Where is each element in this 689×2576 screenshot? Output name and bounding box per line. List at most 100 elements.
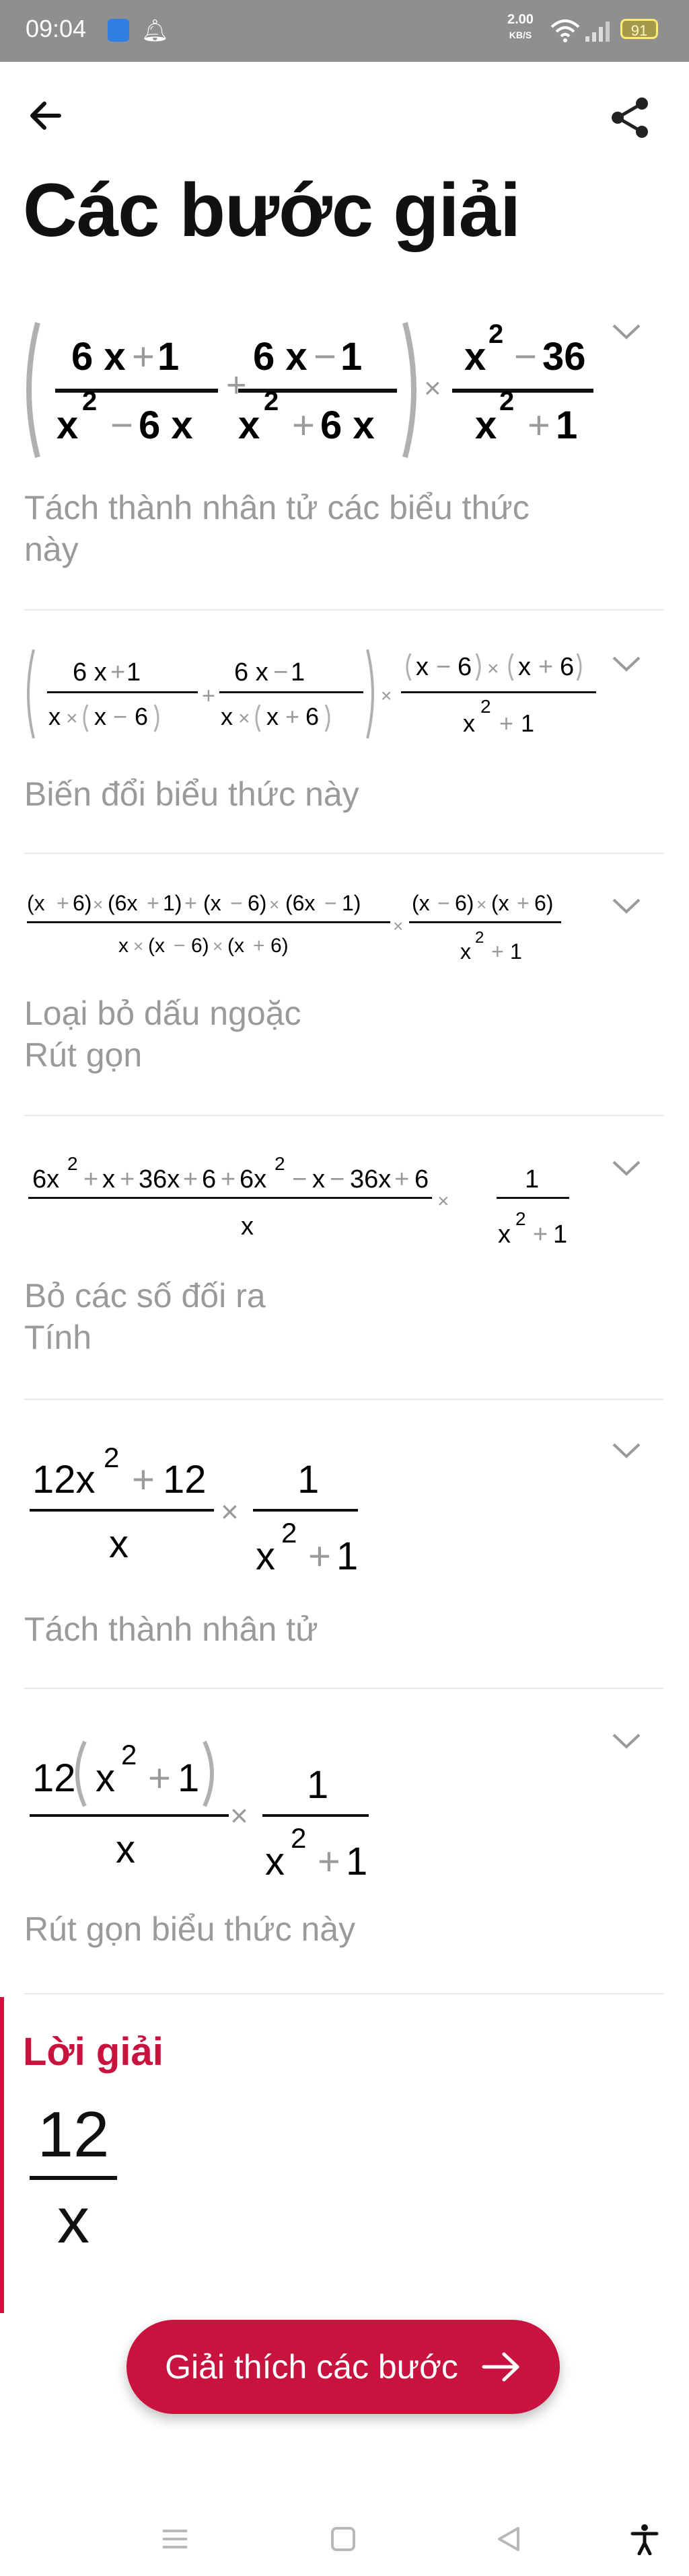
svg-text:×: × <box>133 936 143 956</box>
svg-text:6 x: 6 x <box>139 403 193 447</box>
svg-text:6x: 6x <box>240 1165 266 1194</box>
svg-text:+: + <box>226 366 246 405</box>
math-expression: 12 x 2 + 1 x × 1 x 2 + 1 <box>30 1739 369 1883</box>
share-icon[interactable] <box>607 94 654 141</box>
svg-text:+: + <box>533 1220 548 1249</box>
chevron-down-icon[interactable] <box>611 321 642 342</box>
arrow-right-icon <box>482 2352 519 2382</box>
svg-text:x: x <box>498 1220 511 1249</box>
svg-text:6: 6 <box>560 653 574 681</box>
svg-text:6): 6) <box>534 891 553 915</box>
svg-text:−: − <box>110 403 133 447</box>
back-triangle-icon[interactable] <box>493 2523 525 2555</box>
svg-text:36x: 36x <box>139 1165 180 1194</box>
svg-text:+: + <box>83 1165 98 1194</box>
svg-text:1: 1 <box>157 335 179 379</box>
svg-text:1: 1 <box>340 335 362 379</box>
svg-text:−: − <box>230 891 243 915</box>
svg-text:x: x <box>416 653 429 681</box>
svg-text:+: + <box>318 1840 340 1883</box>
svg-text:+: + <box>110 658 125 687</box>
battery-indicator: 91 <box>620 19 658 39</box>
bell-icon: 🔔︎ <box>141 18 169 42</box>
caption-line: Tính <box>24 1319 92 1356</box>
svg-text:36: 36 <box>542 335 586 379</box>
svg-text:x: x <box>256 1534 275 1578</box>
math-expression: 6 x + 1 x × x − 6 + 6 x − 1 x × x + 6 × … <box>27 649 596 739</box>
svg-text:12: 12 <box>32 1756 76 1800</box>
svg-text:+: + <box>184 891 197 915</box>
result-accent-bar <box>0 1997 4 2313</box>
svg-text:+: + <box>202 683 215 709</box>
step-caption: Tách thành nhân tử <box>24 1608 318 1650</box>
divider <box>24 1993 663 1994</box>
chevron-down-icon[interactable] <box>611 896 642 916</box>
menu-icon[interactable] <box>159 2523 191 2555</box>
accessibility-icon[interactable] <box>628 2523 661 2555</box>
caption-line: Tách thành nhân tử các biểu thức <box>24 489 530 526</box>
svg-text:2: 2 <box>275 1153 285 1174</box>
svg-text:(x: (x <box>203 891 221 915</box>
divider <box>24 1688 663 1689</box>
svg-text:6): 6) <box>248 891 266 915</box>
svg-text:2: 2 <box>499 387 514 416</box>
svg-text:+: + <box>148 1756 171 1800</box>
svg-text:1: 1 <box>126 658 141 687</box>
result-title: Lời giải <box>23 2030 164 2074</box>
svg-text:+: + <box>308 1534 331 1578</box>
step-caption: Bỏ các số đối ra Tính <box>24 1275 266 1358</box>
svg-text:x: x <box>116 1828 135 1871</box>
math-expression: 6x 2 + x + 36x + 6 + 6x 2 − x − 36x + 6 … <box>28 1153 569 1249</box>
svg-text:2: 2 <box>82 387 97 416</box>
svg-text:+: + <box>292 403 315 447</box>
fraction-bar <box>30 2176 117 2180</box>
svg-text:1: 1 <box>521 709 534 737</box>
svg-text:−: − <box>113 703 127 730</box>
svg-text:6 x: 6 x <box>73 658 107 687</box>
explain-steps-label: Giải thích các bước <box>165 2348 458 2386</box>
chevron-down-icon[interactable] <box>611 1158 642 1178</box>
svg-text:x: x <box>48 703 61 730</box>
svg-text:+: + <box>132 1458 155 1501</box>
explain-steps-button[interactable]: Giải thích các bước <box>126 2320 560 2414</box>
network-speed: 2.00 KB/S <box>507 12 534 42</box>
back-arrow-icon[interactable] <box>24 94 67 137</box>
svg-text:1): 1) <box>342 891 361 915</box>
svg-text:2: 2 <box>264 387 279 416</box>
caption-line: Tách thành nhân tử <box>24 1610 318 1648</box>
svg-text:(x: (x <box>227 935 244 957</box>
svg-text:×: × <box>93 894 103 914</box>
chevron-down-icon[interactable] <box>611 1731 642 1751</box>
svg-text:2: 2 <box>488 319 503 349</box>
svg-text:+: + <box>285 703 299 730</box>
svg-text:−: − <box>292 1165 307 1194</box>
chevron-down-icon[interactable] <box>611 654 642 674</box>
svg-text:+: + <box>57 891 69 915</box>
svg-text:x: x <box>241 1212 254 1241</box>
svg-text:6): 6) <box>73 891 92 915</box>
svg-text:2: 2 <box>515 1208 526 1229</box>
svg-text:6 x: 6 x <box>71 335 126 379</box>
svg-text:x: x <box>518 653 531 681</box>
divider <box>24 609 663 611</box>
svg-text:(6x: (6x <box>108 891 137 915</box>
svg-text:36x: 36x <box>350 1165 391 1194</box>
svg-text:6: 6 <box>202 1165 216 1194</box>
step-caption: Loại bỏ dấu ngoặc Rút gọn <box>24 992 301 1076</box>
svg-text:+: + <box>183 1165 198 1194</box>
svg-text:−: − <box>436 653 451 681</box>
svg-text:x: x <box>312 1165 325 1194</box>
svg-text:2: 2 <box>291 1822 306 1854</box>
svg-text:−: − <box>273 658 288 687</box>
page-title: Các bước giải <box>23 168 521 252</box>
svg-text:6: 6 <box>414 1165 429 1194</box>
caption-line: này <box>24 531 79 568</box>
chevron-down-icon[interactable] <box>611 1440 642 1460</box>
caption-line: Loại bỏ dấu ngoặc <box>24 994 301 1032</box>
svg-text:1: 1 <box>307 1763 328 1807</box>
home-square-icon[interactable] <box>327 2523 359 2555</box>
svg-text:1: 1 <box>336 1534 358 1578</box>
divider <box>24 1399 663 1400</box>
svg-text:6: 6 <box>135 703 148 730</box>
signal-icon <box>585 22 610 42</box>
